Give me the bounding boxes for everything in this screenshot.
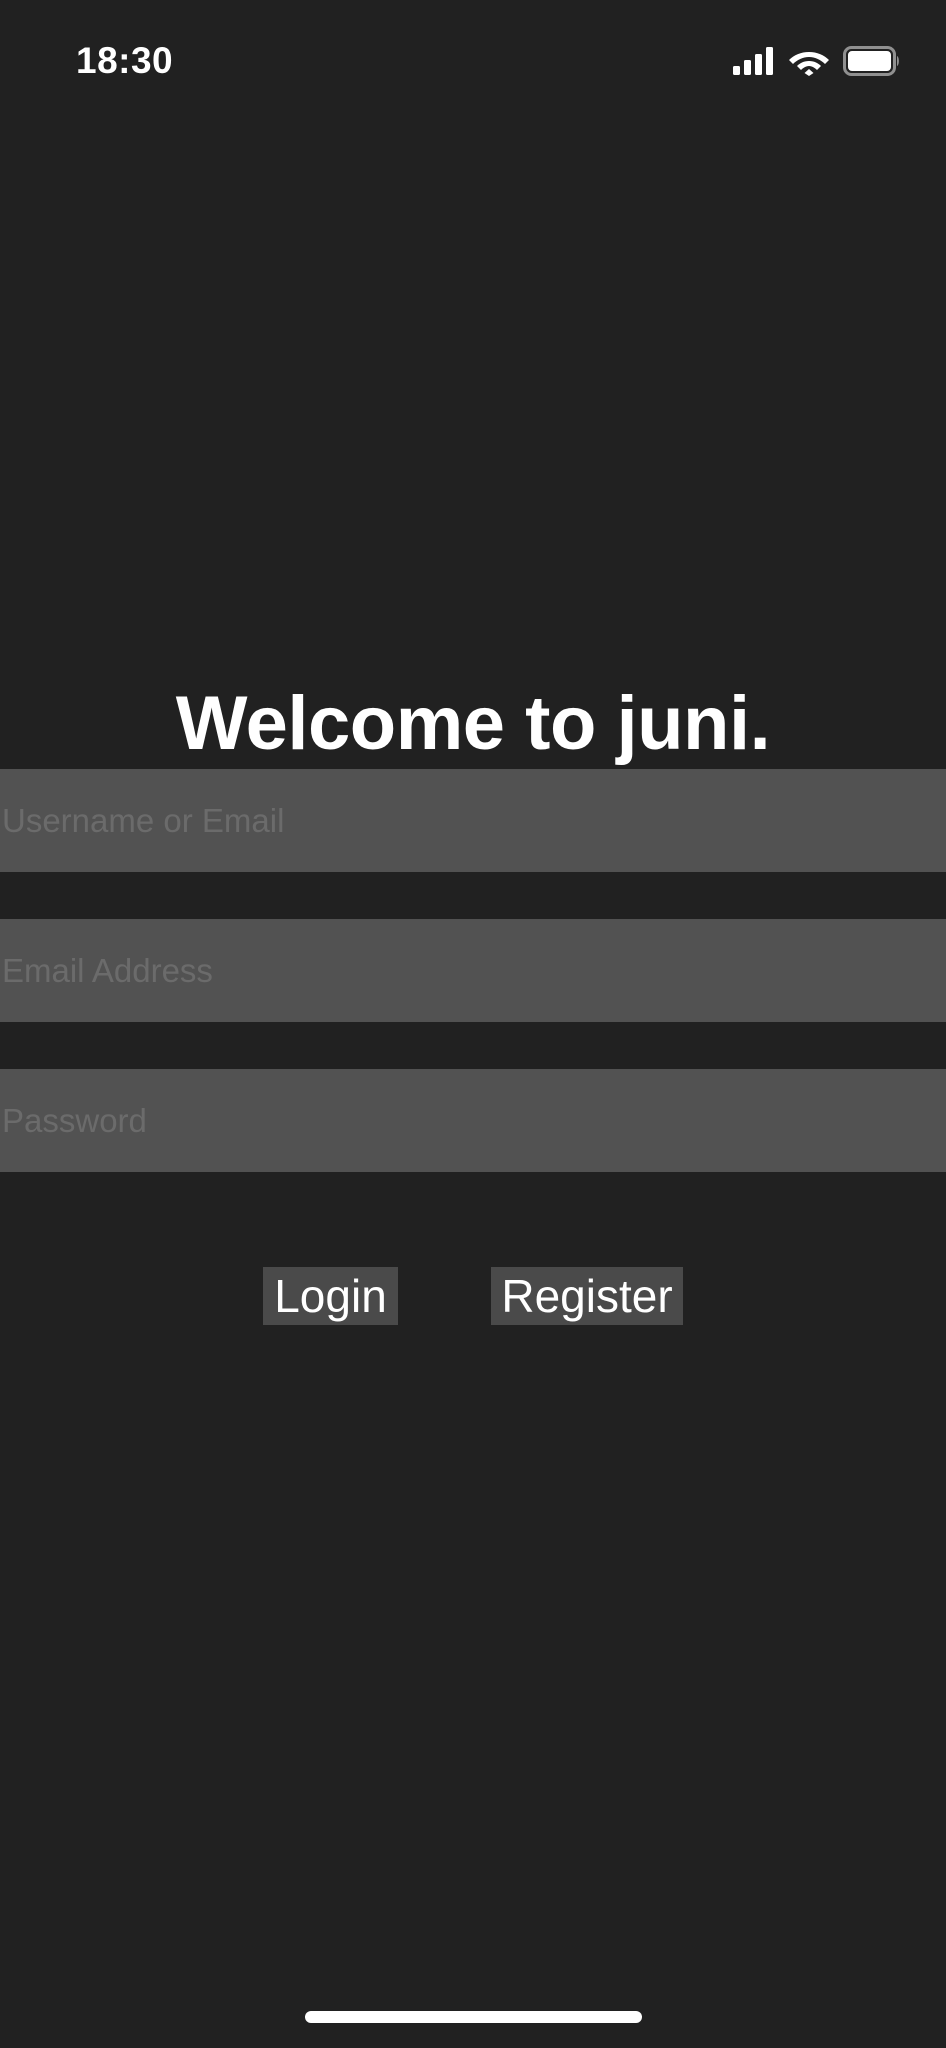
home-indicator[interactable]	[305, 2011, 642, 2023]
battery-icon	[843, 46, 899, 76]
cellular-signal-icon	[733, 47, 773, 75]
status-bar-time: 18:30	[76, 40, 174, 81]
password-input[interactable]	[0, 1069, 946, 1172]
welcome-title: Welcome to juni.	[175, 681, 771, 766]
email-address-input[interactable]	[0, 919, 946, 1022]
login-button[interactable]: Login	[263, 1267, 398, 1325]
status-bar-indicators	[733, 42, 901, 80]
username-or-email-input[interactable]	[0, 769, 946, 872]
login-screen: 18:30 Welcome to juni. Login Register	[0, 0, 946, 2048]
wifi-icon	[789, 52, 829, 76]
register-button[interactable]: Register	[491, 1267, 683, 1325]
